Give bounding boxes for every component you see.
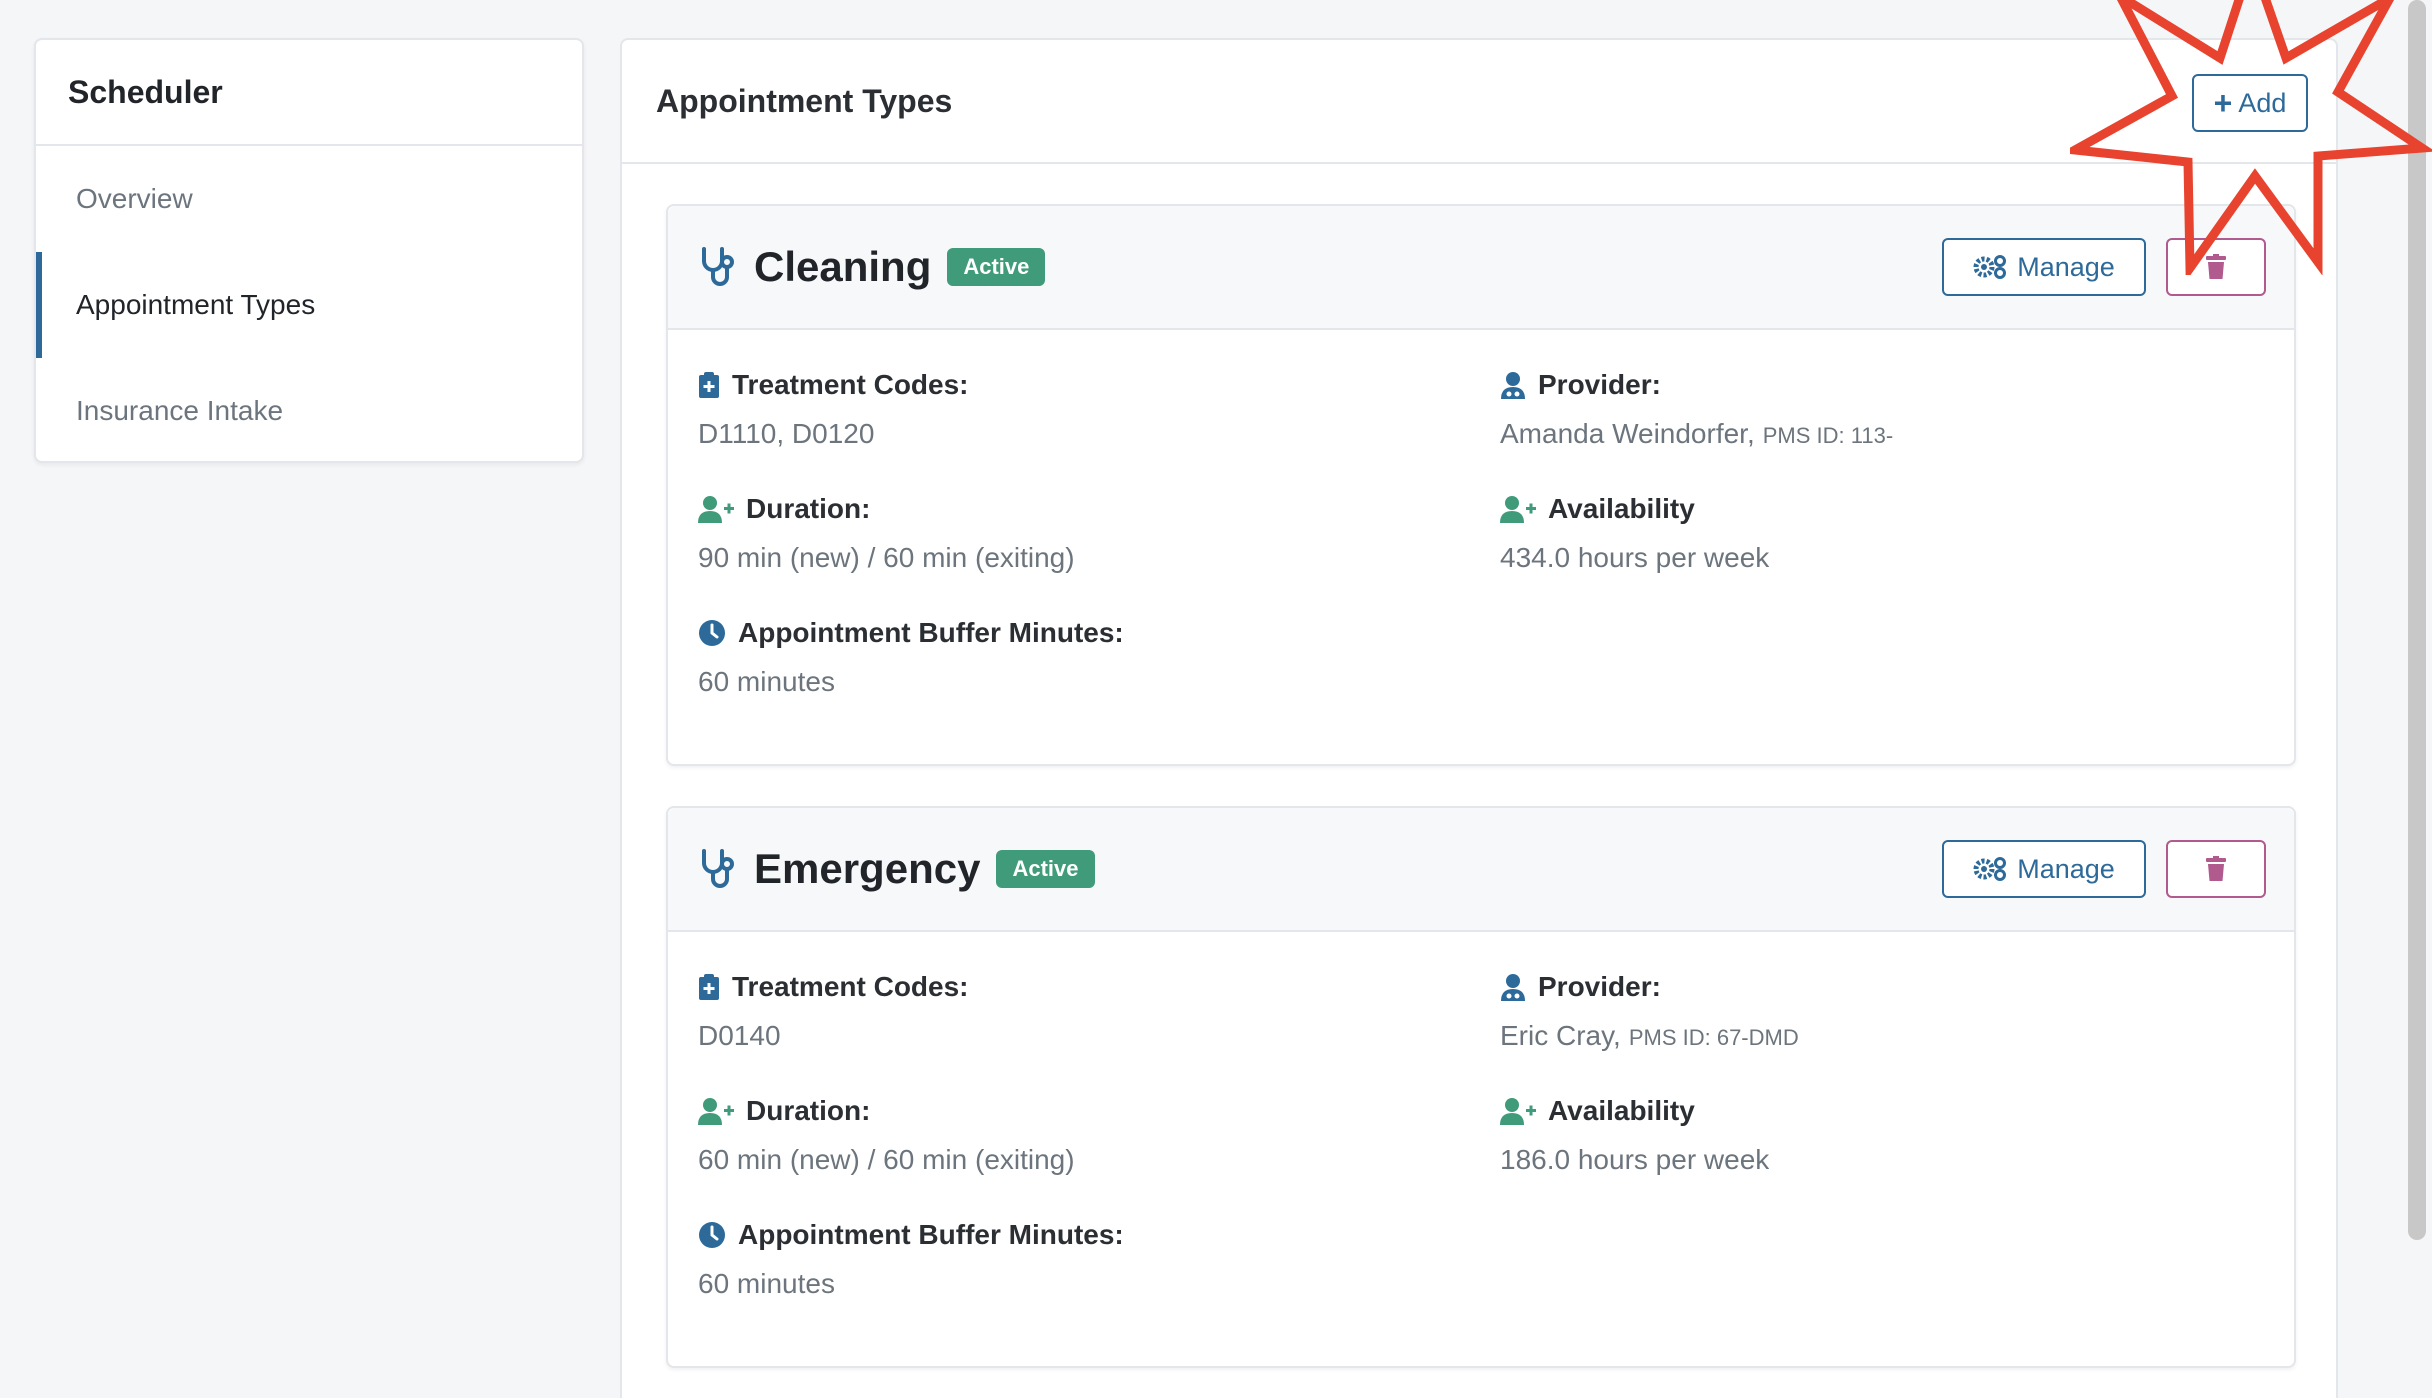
appointment-card: Cleaning Active Manage Treatment Codes: …	[666, 204, 2296, 766]
provider-pms-id: PMS ID: 113-	[1762, 423, 1894, 448]
scrollbar[interactable]	[2408, 0, 2426, 1240]
card-header: Emergency Active Manage	[668, 808, 2294, 932]
treatment-codes-field: Treatment Codes: D1110, D0120	[698, 368, 969, 452]
user-doctor-icon	[1501, 974, 1525, 1001]
clock-icon	[699, 1222, 725, 1248]
sidebar-item-insurance-intake[interactable]: Insurance Intake	[36, 358, 582, 461]
stethoscope-icon	[702, 247, 734, 286]
appointment-card: Emergency Active Manage Treatment Codes:…	[666, 806, 2296, 1368]
trash-icon	[2206, 856, 2226, 881]
page-title: Appointment Types	[656, 82, 953, 119]
delete-button[interactable]	[2166, 238, 2266, 296]
gears-icon	[1973, 857, 2007, 881]
availability-field: Availability 434.0 hours per week	[1500, 492, 1769, 576]
main-panel: Appointment Types + Add Cleaning Active	[620, 38, 2338, 1398]
duration-field: Duration: 90 min (new) / 60 min (exiting…	[698, 492, 1075, 576]
buffer-field: Appointment Buffer Minutes: 60 minutes	[698, 616, 1124, 700]
buffer-field: Appointment Buffer Minutes: 60 minutes	[698, 1218, 1124, 1302]
availability-label: Availability	[1548, 493, 1695, 524]
provider-name: Eric Cray,	[1500, 1020, 1621, 1051]
buffer-value: 60 minutes	[698, 1268, 835, 1299]
clipboard-medical-icon	[699, 974, 719, 1000]
treatment-codes-label: Treatment Codes:	[732, 971, 969, 1002]
manage-button[interactable]: Manage	[1942, 238, 2146, 296]
add-button[interactable]: + Add	[2192, 74, 2308, 132]
card-header: Cleaning Active Manage	[668, 206, 2294, 330]
buffer-value: 60 minutes	[698, 666, 835, 697]
duration-value: 90 min (new) / 60 min (exiting)	[698, 542, 1075, 573]
duration-value: 60 min (new) / 60 min (exiting)	[698, 1144, 1075, 1175]
availability-value: 434.0 hours per week	[1500, 542, 1770, 573]
manage-button[interactable]: Manage	[1942, 840, 2146, 898]
add-button-label: Add	[2238, 87, 2287, 118]
duration-label: Duration:	[746, 493, 871, 524]
main-header: Appointment Types + Add	[622, 40, 2336, 164]
plus-icon: +	[2213, 85, 2233, 121]
user-plus-icon	[698, 1098, 734, 1125]
provider-label: Provider:	[1538, 971, 1661, 1002]
stethoscope-icon	[702, 849, 734, 888]
delete-button[interactable]	[2166, 840, 2266, 898]
sidebar-item-overview[interactable]: Overview	[36, 146, 582, 252]
card-title: Emergency	[754, 845, 981, 892]
gears-icon	[1973, 255, 2007, 279]
sidebar: Scheduler Overview Appointment Types Ins…	[34, 38, 584, 463]
card-title: Cleaning	[754, 243, 932, 290]
provider-name: Amanda Weindorfer,	[1500, 418, 1755, 449]
sidebar-title: Scheduler	[36, 40, 582, 146]
provider-field: Provider: Amanda Weindorfer, PMS ID: 113…	[1500, 368, 1893, 452]
provider-label: Provider:	[1538, 369, 1661, 400]
sidebar-item-appointment-types[interactable]: Appointment Types	[36, 252, 582, 358]
treatment-codes-field: Treatment Codes: D0140	[698, 970, 969, 1054]
page: Scheduler Overview Appointment Types Ins…	[0, 0, 2432, 1398]
provider-field: Provider: Eric Cray, PMS ID: 67-DMD	[1500, 970, 1799, 1054]
availability-value: 186.0 hours per week	[1500, 1144, 1770, 1175]
status-badge: Active	[996, 850, 1095, 888]
manage-label: Manage	[2017, 251, 2115, 282]
availability-field: Availability 186.0 hours per week	[1500, 1094, 1769, 1178]
user-plus-icon	[698, 496, 734, 523]
clock-icon	[699, 620, 725, 646]
buffer-label: Appointment Buffer Minutes:	[738, 1219, 1124, 1250]
provider-pms-id: PMS ID: 67-DMD	[1628, 1025, 1799, 1050]
clipboard-medical-icon	[699, 372, 719, 398]
duration-label: Duration:	[746, 1095, 871, 1126]
status-badge: Active	[947, 248, 1046, 286]
trash-icon	[2206, 254, 2226, 279]
availability-label: Availability	[1548, 1095, 1695, 1126]
treatment-codes-value: D0140	[698, 1020, 781, 1051]
user-doctor-icon	[1501, 372, 1525, 399]
treatment-codes-value: D1110, D0120	[698, 418, 875, 449]
user-plus-icon	[1500, 496, 1536, 523]
user-plus-icon	[1500, 1098, 1536, 1125]
manage-label: Manage	[2017, 853, 2115, 884]
duration-field: Duration: 60 min (new) / 60 min (exiting…	[698, 1094, 1075, 1178]
treatment-codes-label: Treatment Codes:	[732, 369, 969, 400]
buffer-label: Appointment Buffer Minutes:	[738, 617, 1124, 648]
